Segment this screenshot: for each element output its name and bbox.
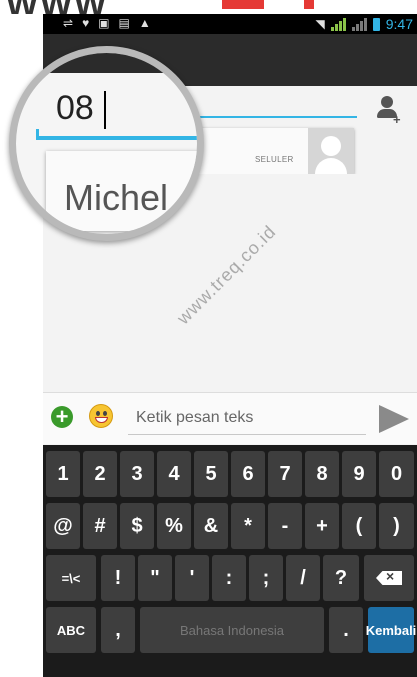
status-bar: ⇌ ♥ ▣ ▤ ▲ ◥ 9:47: [43, 14, 417, 34]
warning-icon: ▲: [138, 16, 151, 30]
add-contact-icon[interactable]: +: [375, 92, 403, 128]
message-input[interactable]: [128, 401, 366, 435]
recipient-input-value: 08: [56, 89, 94, 127]
key-slash[interactable]: /: [286, 555, 320, 601]
key-3[interactable]: 3: [120, 451, 154, 497]
suggestion-contact-name: Michel: [64, 177, 169, 218]
key-close-paren[interactable]: ): [379, 503, 414, 549]
key-period[interactable]: .: [329, 607, 363, 653]
key-7[interactable]: 7: [268, 451, 302, 497]
key-delete[interactable]: ×: [364, 555, 414, 601]
key-more-symbols[interactable]: =\<: [46, 555, 96, 601]
battery-icon: [372, 17, 380, 31]
key-single-quote[interactable]: ': [175, 555, 209, 601]
compose-bar: +: [43, 392, 417, 444]
key-colon[interactable]: :: [212, 555, 246, 601]
key-9[interactable]: 9: [342, 451, 376, 497]
key-abc[interactable]: ABC: [46, 607, 96, 653]
header-accent-block: [222, 0, 264, 9]
emoji-icon[interactable]: [89, 404, 113, 428]
key-percent[interactable]: %: [157, 503, 191, 549]
image-icon: ▣: [98, 16, 110, 30]
usb-icon: ⇌: [63, 16, 74, 30]
key-plus[interactable]: +: [305, 503, 339, 549]
key-1[interactable]: 1: [46, 451, 80, 497]
header-accent-block: [304, 0, 314, 9]
site-header-fragment: WWW: [0, 0, 417, 14]
attach-plus-icon[interactable]: +: [51, 406, 73, 428]
key-space[interactable]: Bahasa Indonesia: [140, 607, 324, 653]
signal-icon-secondary: [351, 17, 367, 31]
notification-icons: ⇌ ♥ ▣ ▤ ▲: [63, 16, 151, 30]
contact-avatar-icon: [308, 128, 354, 174]
key-dollar[interactable]: $: [120, 503, 154, 549]
system-icons: ◥ 9:47: [316, 16, 413, 32]
key-comma[interactable]: ,: [101, 607, 135, 653]
wifi-icon: ◥: [315, 17, 325, 31]
key-5[interactable]: 5: [194, 451, 228, 497]
key-hash[interactable]: #: [83, 503, 117, 549]
keyboard: 1 2 3 4 5 6 7 8 9 0 @ # $ % & * - + ( ) …: [43, 445, 417, 677]
key-exclamation[interactable]: !: [101, 555, 135, 601]
clock: 9:47: [385, 16, 413, 32]
key-enter[interactable]: Kembali: [366, 607, 416, 653]
key-double-quote[interactable]: ": [138, 555, 172, 601]
site-logo-fragment: WWW: [6, 0, 108, 14]
key-at[interactable]: @: [46, 503, 80, 549]
text-cursor: [104, 91, 106, 129]
key-minus[interactable]: -: [268, 503, 302, 549]
key-2[interactable]: 2: [83, 451, 117, 497]
shield-icon: ♥: [82, 16, 90, 30]
message-icon: ▤: [118, 16, 130, 30]
key-6[interactable]: 6: [231, 451, 265, 497]
signal-icon: [330, 17, 346, 31]
backspace-icon: ×: [376, 571, 402, 585]
recipient-input-underline-magnified: [36, 136, 197, 140]
magnifier-overlay: 08 Michel: [9, 46, 204, 241]
phone-type-label: SELULER: [255, 155, 294, 164]
send-icon[interactable]: [379, 405, 409, 433]
key-4[interactable]: 4: [157, 451, 191, 497]
key-asterisk[interactable]: *: [231, 503, 265, 549]
key-question[interactable]: ?: [323, 555, 359, 601]
key-semicolon[interactable]: ;: [249, 555, 283, 601]
key-0[interactable]: 0: [379, 451, 414, 497]
key-ampersand[interactable]: &: [194, 503, 228, 549]
key-open-paren[interactable]: (: [342, 503, 376, 549]
key-8[interactable]: 8: [305, 451, 339, 497]
